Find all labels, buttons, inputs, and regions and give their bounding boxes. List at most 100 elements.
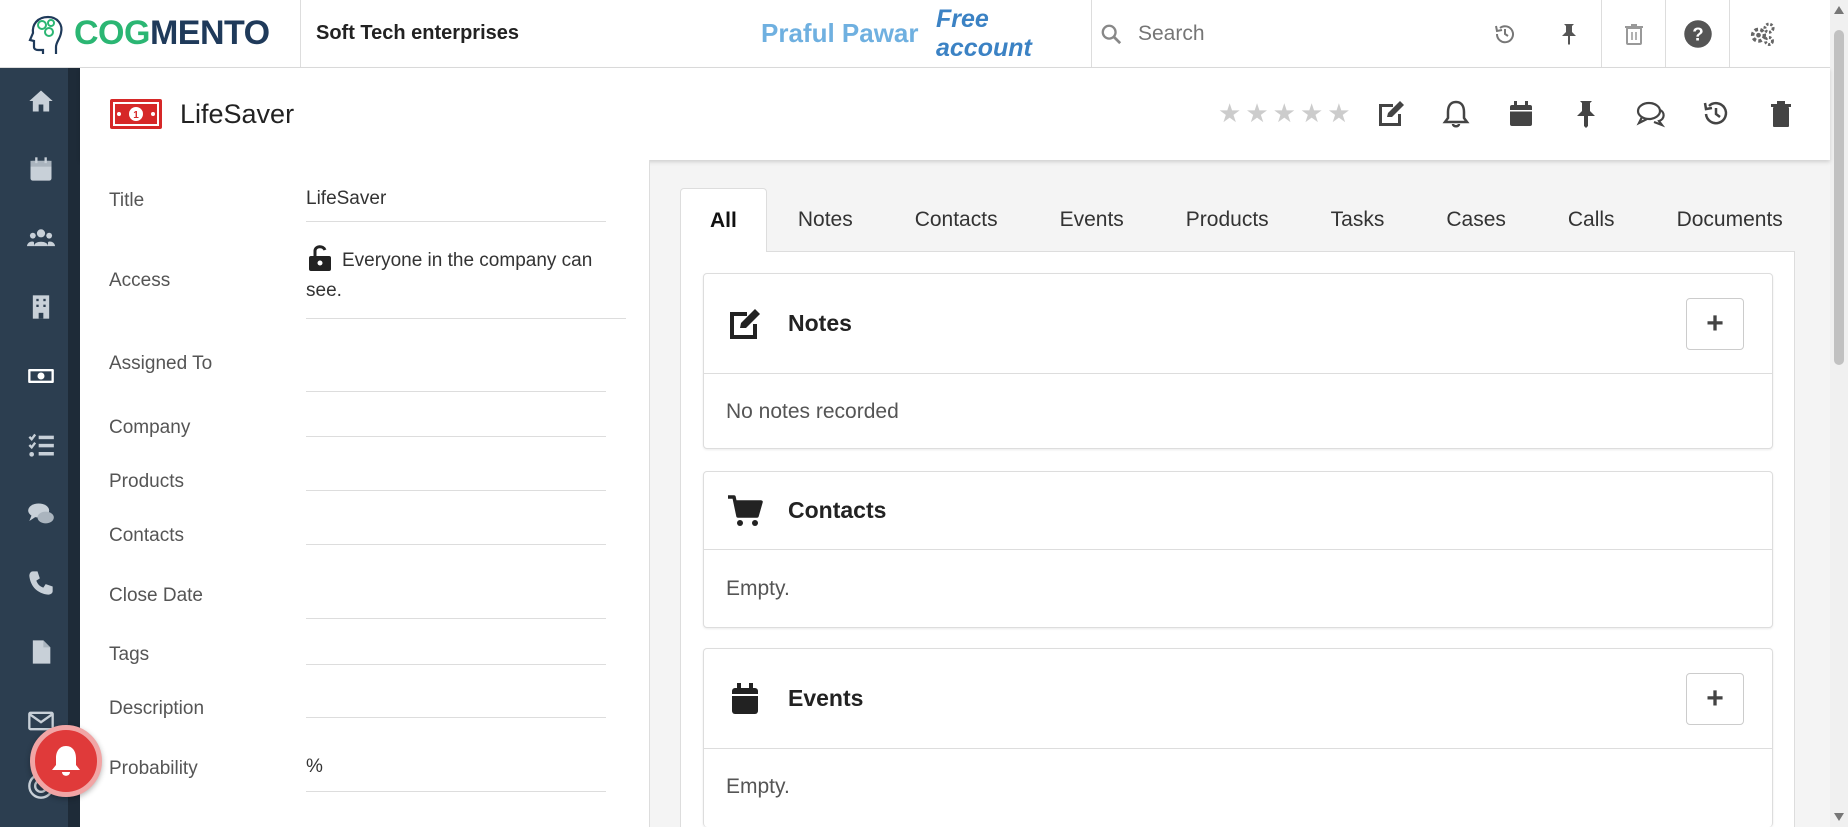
logo[interactable]: COGMENTO xyxy=(0,0,301,68)
rating-star-3[interactable]: ★ xyxy=(1273,100,1296,126)
trash-icon xyxy=(1624,23,1643,45)
sidebar-item-documents[interactable] xyxy=(26,637,56,667)
tab-documents[interactable]: Documents xyxy=(1646,188,1814,252)
tab-tasks[interactable]: Tasks xyxy=(1300,188,1416,252)
field-label-description: Description xyxy=(109,698,205,719)
history-button[interactable] xyxy=(1473,0,1537,68)
rating-star-4[interactable]: ★ xyxy=(1300,100,1323,126)
pin-icon xyxy=(1576,101,1595,128)
edit-icon xyxy=(1378,101,1404,126)
field-value-contacts[interactable] xyxy=(306,515,606,545)
tab-products[interactable]: Products xyxy=(1155,188,1300,252)
comments-button[interactable] xyxy=(1618,94,1683,134)
notes-card-title: Notes xyxy=(788,310,852,336)
pin-icon xyxy=(1562,23,1576,45)
field-label-title: Title xyxy=(109,190,145,211)
account-type[interactable]: Free account xyxy=(936,5,1091,63)
field-value-description[interactable] xyxy=(306,685,606,718)
notes-card-header: Notes + xyxy=(704,274,1772,374)
rating-star-5[interactable]: ★ xyxy=(1327,100,1350,126)
sidebar xyxy=(0,68,80,827)
settings-icon xyxy=(1750,22,1775,46)
calendar-icon xyxy=(1509,101,1532,126)
field-value-tags[interactable] xyxy=(306,636,606,665)
scroll-up-arrow[interactable] xyxy=(1834,6,1844,14)
schedule-button[interactable] xyxy=(1488,94,1553,134)
tab-events[interactable]: Events xyxy=(1029,188,1155,252)
help-button[interactable]: ? xyxy=(1665,0,1729,68)
sidebar-item-cases[interactable] xyxy=(26,499,56,529)
bell-icon xyxy=(52,746,80,776)
notes-card: Notes + No notes recorded xyxy=(703,273,1773,449)
contacts-icon xyxy=(27,229,55,247)
field-value-close-date[interactable] xyxy=(306,580,606,619)
tab-content: Notes + No notes recorded Contacts Empty… xyxy=(680,252,1795,827)
edit-button[interactable] xyxy=(1358,94,1423,134)
history-record-button[interactable] xyxy=(1683,94,1748,134)
calendar-icon xyxy=(732,682,758,714)
sidebar-item-tasks[interactable] xyxy=(26,430,56,460)
field-value-title[interactable]: LifeSaver xyxy=(306,188,606,222)
field-value-company[interactable] xyxy=(306,410,606,437)
tab-notes[interactable]: Notes xyxy=(767,188,884,252)
rating-star-1[interactable]: ★ xyxy=(1218,100,1241,126)
notes-empty-message: No notes recorded xyxy=(726,399,899,423)
chat-icon xyxy=(28,503,54,524)
comments-icon xyxy=(1636,101,1665,128)
field-value-probability[interactable]: % xyxy=(306,756,606,792)
trash-button[interactable] xyxy=(1601,0,1665,68)
tab-all[interactable]: All xyxy=(680,188,767,253)
company-name: Soft Tech enterprises xyxy=(316,22,520,44)
events-card-header: Events + xyxy=(704,649,1772,749)
field-label-assigned-to: Assigned To xyxy=(109,353,213,374)
record-actions xyxy=(1358,94,1813,134)
pin-record-button[interactable] xyxy=(1553,94,1618,134)
delete-record-button[interactable] xyxy=(1748,94,1813,134)
unlock-icon xyxy=(309,245,331,271)
phone-icon xyxy=(29,571,53,595)
field-label-access: Access xyxy=(109,270,171,291)
scroll-thumb[interactable] xyxy=(1834,30,1844,365)
user-name[interactable]: Praful Pawar xyxy=(761,18,936,49)
tab-contacts[interactable]: Contacts xyxy=(884,188,1029,252)
history-icon xyxy=(1495,24,1514,43)
sidebar-item-calls[interactable] xyxy=(26,568,56,598)
sidebar-item-companies[interactable] xyxy=(26,292,56,322)
field-value-access[interactable]: Everyone in the company can see. xyxy=(306,244,626,319)
sidebar-item-deals[interactable] xyxy=(26,361,56,391)
notification-bell-button[interactable] xyxy=(30,725,102,797)
field-value-assigned-to[interactable] xyxy=(306,355,606,392)
sidebar-item-calendar[interactable] xyxy=(26,154,56,184)
add-note-button[interactable]: + xyxy=(1686,298,1744,350)
rating-star-2[interactable]: ★ xyxy=(1245,100,1268,126)
trash-icon xyxy=(1770,101,1791,127)
search-box[interactable] xyxy=(1091,0,1473,68)
logo-text: COGMENTO xyxy=(74,14,270,52)
add-event-button[interactable]: + xyxy=(1686,673,1744,725)
svg-text:?: ? xyxy=(1692,23,1703,44)
field-label-tags: Tags xyxy=(109,644,150,665)
page-scrollbar[interactable] xyxy=(1830,0,1848,827)
sidebar-item-home[interactable] xyxy=(26,86,56,116)
field-label-products: Products xyxy=(109,471,184,492)
home-icon xyxy=(29,90,53,112)
sidebar-item-contacts[interactable] xyxy=(26,223,56,253)
tab-cases[interactable]: Cases xyxy=(1415,188,1537,252)
tab-calls[interactable]: Calls xyxy=(1537,188,1646,252)
logo-head-icon xyxy=(28,15,63,54)
field-label-close-date: Close Date xyxy=(109,585,203,606)
pin-button[interactable] xyxy=(1537,0,1601,68)
record-title: LifeSaver xyxy=(180,98,295,129)
reminder-button[interactable] xyxy=(1423,94,1488,134)
calendar-icon xyxy=(30,157,52,181)
deals-icon xyxy=(28,369,54,383)
contacts-empty-message: Empty. xyxy=(726,576,790,600)
settings-button[interactable] xyxy=(1729,0,1793,68)
rating-stars[interactable]: ★ ★ ★ ★ ★ xyxy=(1218,100,1351,126)
events-card-title: Events xyxy=(788,685,864,711)
scroll-down-arrow[interactable] xyxy=(1834,813,1844,821)
field-value-products[interactable] xyxy=(306,460,606,491)
access-text: Everyone in the company can see. xyxy=(306,250,593,301)
search-input[interactable] xyxy=(1138,21,1438,46)
tasks-icon xyxy=(28,433,54,457)
